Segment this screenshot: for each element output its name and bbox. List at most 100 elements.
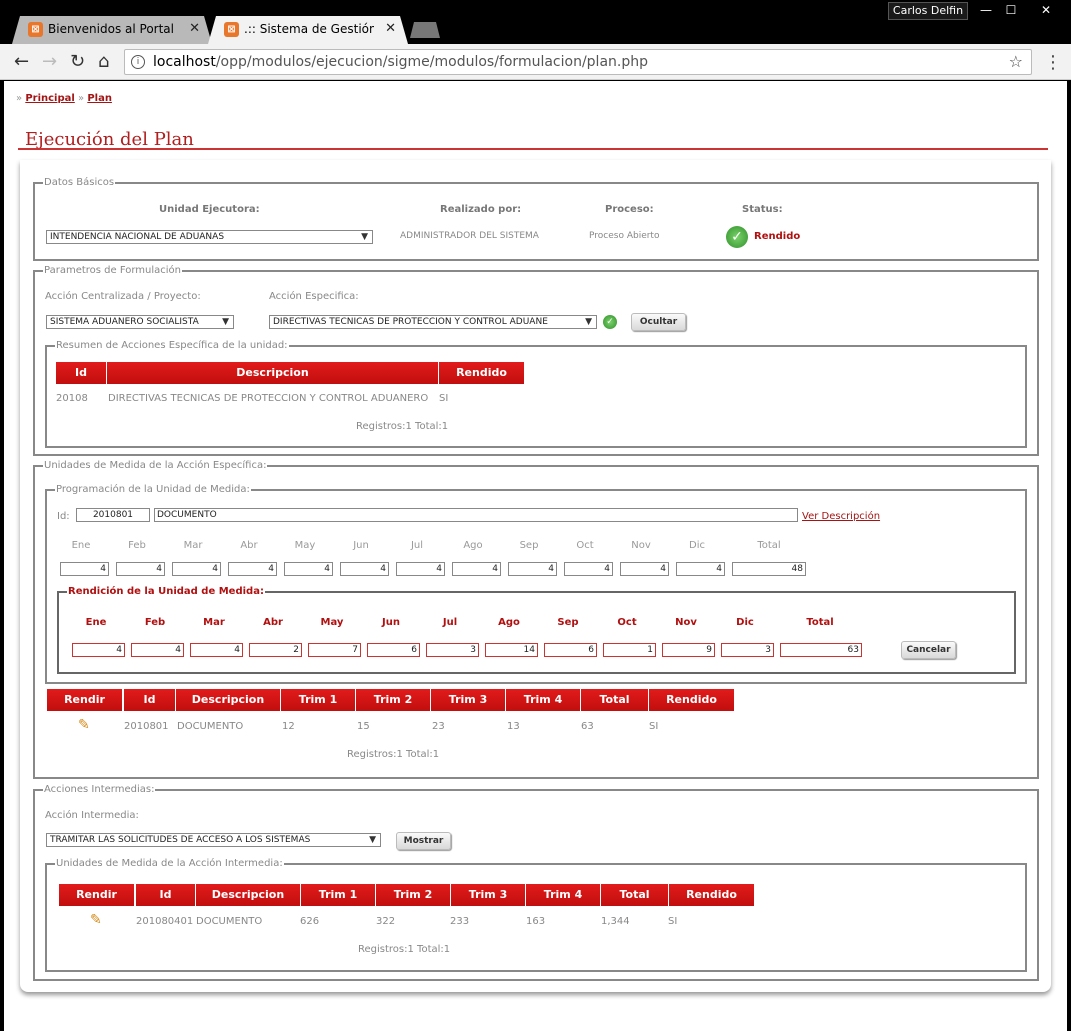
- programacion-month-input[interactable]: 4: [228, 562, 277, 576]
- accion-label: Acción Centralizada / Proyecto:: [45, 291, 201, 302]
- breadcrumb: » Principal » Plan: [16, 93, 112, 104]
- breadcrumb-sep: »: [16, 93, 23, 104]
- programacion-month-input[interactable]: 4: [396, 562, 445, 576]
- rendicion-month-input[interactable]: 14: [485, 643, 538, 657]
- proceso-value: Proceso Abierto: [589, 231, 660, 241]
- ai-table-header: Trim 1: [301, 884, 375, 906]
- resumen-cell-rendido: SI: [439, 393, 449, 404]
- ai-cell-trim4: 163: [526, 916, 546, 927]
- menu-dots-icon[interactable]: ⋮: [1044, 52, 1062, 73]
- close-icon[interactable]: ✕: [385, 21, 396, 36]
- profile-button[interactable]: Carlos Delfin: [888, 2, 968, 20]
- maximize-icon[interactable]: ☐: [998, 2, 1024, 20]
- tab-title: .:: Sistema de Gestión de: [244, 22, 374, 36]
- especifica-select[interactable]: DIRECTIVAS TECNICAS DE PROTECCION Y CONT…: [269, 315, 597, 329]
- rendicion-month-input[interactable]: 4: [72, 643, 125, 657]
- mostrar-button[interactable]: Mostrar: [396, 832, 451, 850]
- um-cell-rendido: SI: [649, 721, 659, 732]
- rendicion-month-input[interactable]: 7: [308, 643, 361, 657]
- programacion-month-label: Nov: [631, 540, 651, 551]
- unidad-select[interactable]: INTENDENCIA NACIONAL DE ADUANAS ▼: [46, 230, 373, 244]
- um-cell-trim1: 12: [282, 721, 295, 732]
- rendicion-month-input[interactable]: 9: [662, 643, 715, 657]
- programacion-month-input[interactable]: 4: [508, 562, 557, 576]
- pencil-icon[interactable]: ✎: [90, 912, 102, 928]
- programacion-month-input[interactable]: 4: [676, 562, 725, 576]
- proceso-label: Proceso:: [605, 204, 654, 215]
- um-table-header: Rendir: [47, 689, 122, 711]
- accion-intermedia-label: Acción Intermedia:: [45, 810, 139, 821]
- rendicion-month-label: Jul: [442, 617, 458, 628]
- id-field[interactable]: 2010801: [76, 508, 150, 522]
- new-tab-button[interactable]: [410, 22, 440, 38]
- realizado-label: Realizado por:: [440, 204, 522, 215]
- resumen-footer: Registros:1 Total:1: [356, 421, 449, 432]
- title-divider: [18, 148, 1048, 150]
- breadcrumb-plan-link[interactable]: Plan: [87, 93, 112, 104]
- programacion-month-input[interactable]: 4: [284, 562, 333, 576]
- breadcrumb-home-link[interactable]: Principal: [25, 93, 75, 104]
- accion-intermedia-select[interactable]: TRAMITAR LAS SOLICITUDES DE ACCESO A LOS…: [46, 833, 381, 847]
- ver-descripcion-link[interactable]: Ver Descripción: [802, 511, 880, 522]
- home-icon[interactable]: ⌂: [98, 52, 109, 72]
- address-bar[interactable]: i localhost/opp/modulos/ejecucion/sigme/…: [124, 49, 1032, 75]
- rendicion-month-input[interactable]: 63: [780, 643, 862, 657]
- rendicion-month-label: Dic: [736, 617, 754, 628]
- ai-cell-id: 201080401: [136, 916, 194, 927]
- rendicion-month-input[interactable]: 6: [544, 643, 597, 657]
- forward-icon[interactable]: →: [42, 52, 57, 72]
- rendicion-month-input[interactable]: 3: [721, 643, 774, 657]
- chevron-down-icon: ▼: [585, 316, 592, 328]
- um-table-header: Trim 4: [506, 689, 580, 711]
- programacion-month-label: Ene: [71, 540, 91, 551]
- main-card: Datos Básicos Unidad Ejecutora: Realizad…: [20, 160, 1051, 992]
- um-table-header: Rendido: [649, 689, 734, 711]
- resumen-legend: Resumen de Acciones Específica de la uni…: [56, 340, 288, 351]
- um-footer: Registros:1 Total:1: [347, 749, 440, 760]
- rendicion-month-input[interactable]: 6: [367, 643, 420, 657]
- rendicion-month-input[interactable]: 2: [249, 643, 302, 657]
- datos-basicos-legend: Datos Básicos: [44, 177, 115, 188]
- intermedia-sub-fieldset: Unidades de Medida de la Acción Intermed…: [45, 858, 1027, 972]
- programacion-month-input[interactable]: 4: [564, 562, 613, 576]
- close-icon[interactable]: ✕: [189, 21, 200, 36]
- info-icon[interactable]: i: [131, 55, 145, 69]
- close-window-icon[interactable]: ✕: [1026, 2, 1066, 20]
- rendicion-month-input[interactable]: 4: [131, 643, 184, 657]
- um-table-header: Trim 2: [356, 689, 430, 711]
- minimize-icon[interactable]: —: [974, 2, 998, 20]
- programacion-month-input[interactable]: 4: [340, 562, 389, 576]
- rendicion-month-label: Nov: [675, 617, 697, 628]
- parametros-legend: Parametros de Formulación: [44, 265, 182, 276]
- ai-cell-trim2: 322: [376, 916, 396, 927]
- resumen-header-rendido: Rendido: [439, 362, 524, 384]
- back-icon[interactable]: ←: [14, 52, 29, 72]
- programacion-month-input[interactable]: 4: [620, 562, 669, 576]
- programacion-month-input[interactable]: 4: [452, 562, 501, 576]
- programacion-month-input[interactable]: 4: [172, 562, 221, 576]
- accion-select[interactable]: SISTEMA ADUANERO SOCIALISTA ▼: [46, 315, 234, 329]
- pencil-icon[interactable]: ✎: [78, 717, 90, 733]
- unidad-label: Unidad Ejecutora:: [159, 204, 260, 215]
- browser-tab-sigme[interactable]: ⊠ .:: Sistema de Gestión de ✕: [208, 16, 408, 44]
- rendicion-month-input[interactable]: 1: [603, 643, 656, 657]
- desc-field[interactable]: DOCUMENTO: [154, 508, 798, 522]
- rendicion-month-input[interactable]: 3: [426, 643, 479, 657]
- rendicion-month-label: Mar: [203, 617, 225, 628]
- realizado-value: ADMINISTRADOR DEL SISTEMA: [400, 231, 539, 241]
- um-cell-total: 63: [581, 721, 594, 732]
- accion-intermedia-value: TRAMITAR LAS SOLICITUDES DE ACCESO A LOS…: [50, 835, 311, 845]
- bookmark-star-icon[interactable]: ☆: [1009, 52, 1023, 71]
- browser-tab-portal[interactable]: ⊠ Bienvenidos al Portal de ✕: [12, 16, 212, 44]
- programacion-month-input[interactable]: 48: [732, 562, 806, 576]
- reload-icon[interactable]: ↻: [70, 52, 85, 72]
- ai-table-header: Trim 4: [526, 884, 600, 906]
- rendicion-month-input[interactable]: 4: [190, 643, 243, 657]
- cancelar-button[interactable]: Cancelar: [901, 641, 956, 659]
- programacion-month-input[interactable]: 4: [116, 562, 165, 576]
- rendicion-month-label: Feb: [144, 617, 166, 628]
- xampp-icon: ⊠: [28, 22, 43, 37]
- ocultar-button[interactable]: Ocultar: [631, 313, 686, 331]
- um-cell-trim4: 13: [507, 721, 520, 732]
- programacion-month-input[interactable]: 4: [60, 562, 109, 576]
